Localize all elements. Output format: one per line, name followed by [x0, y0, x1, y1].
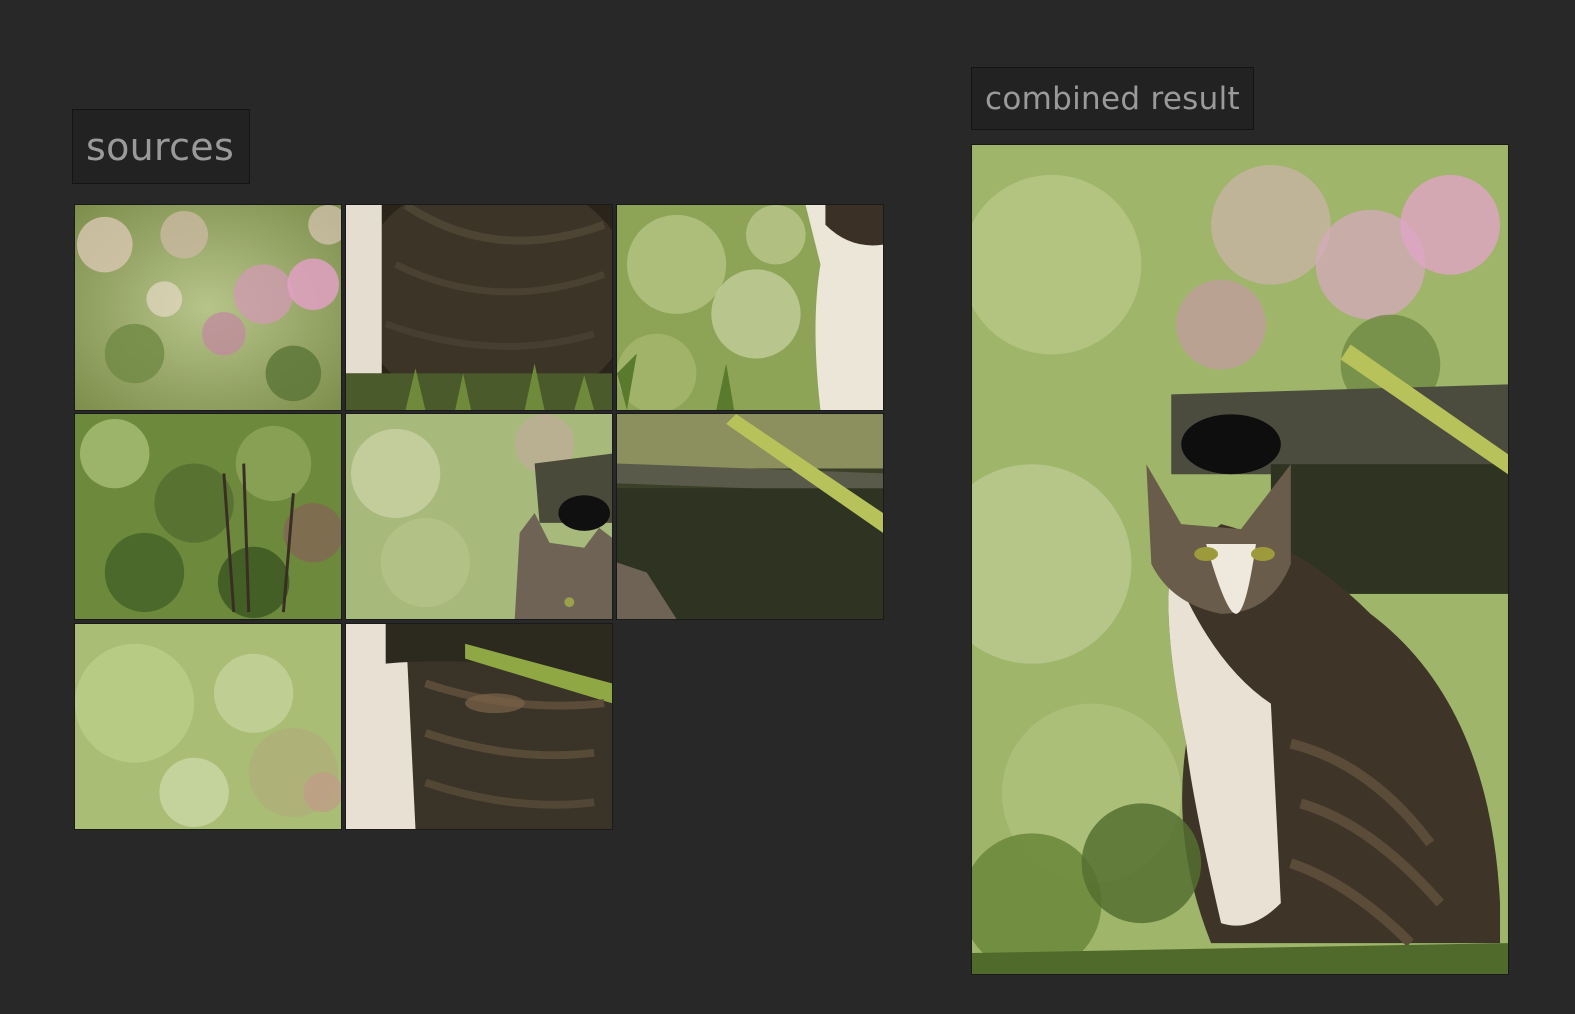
source-tile-4-image: [75, 414, 341, 619]
source-tile-5[interactable]: [345, 413, 613, 620]
source-tile-7-image: [75, 624, 341, 829]
source-tile-5-image: [346, 414, 612, 619]
source-tile-2-image: [346, 205, 612, 410]
combined-result-label: combined result: [971, 67, 1254, 130]
source-tile-2[interactable]: [345, 204, 613, 411]
source-tile-3[interactable]: [616, 204, 884, 411]
source-tile-1[interactable]: [74, 204, 342, 411]
source-tile-6[interactable]: [616, 413, 884, 620]
cat-photo: [972, 145, 1508, 974]
puzzle-stage: sources combined result: [0, 0, 1575, 1014]
source-tile-4[interactable]: [74, 413, 342, 620]
source-tile-1-image: [75, 205, 341, 410]
source-tile-7[interactable]: [74, 623, 342, 830]
source-tile-6-image: [617, 414, 883, 619]
source-tile-8[interactable]: [345, 623, 613, 830]
sources-label: sources: [72, 109, 250, 184]
combined-result-image: [971, 144, 1509, 975]
source-tile-3-image: [617, 205, 883, 410]
source-tile-8-image: [346, 624, 612, 829]
